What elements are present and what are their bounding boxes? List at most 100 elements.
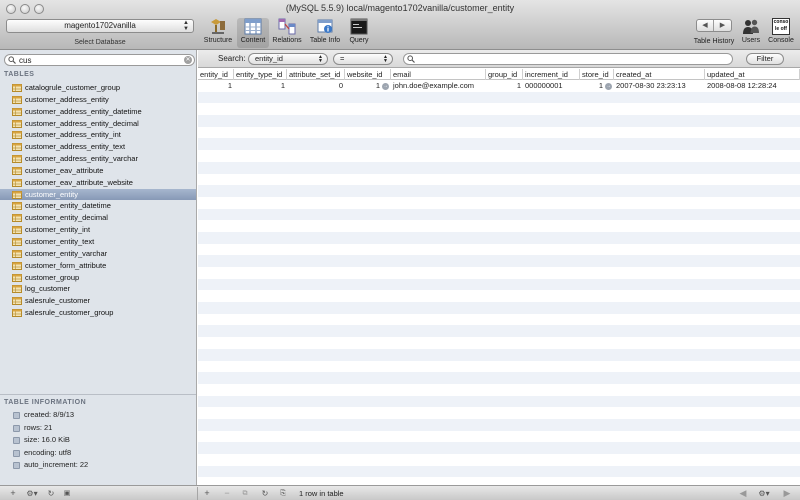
refresh-tables-icon[interactable]: ↻: [46, 488, 56, 499]
clear-filter-icon[interactable]: ✕: [184, 56, 192, 64]
sidebar-item-customer-address-entity-int[interactable]: customer_address_entity_int: [0, 129, 196, 141]
sidebar-item-log-customer[interactable]: log_customer: [0, 283, 196, 295]
table-row: [198, 348, 800, 361]
foreign-key-link-icon[interactable]: →: [605, 82, 612, 90]
search-operator-select[interactable]: = ▲ ▼: [333, 53, 393, 65]
grid-header: entity_id entity_type_id attribute_set_id w…: [198, 69, 800, 80]
sidebar-item-customer-entity-datetime[interactable]: customer_entity_datetime: [0, 200, 196, 212]
cell-updated-at[interactable]: 2008-08-08 12:28:24: [705, 80, 800, 92]
table-icon: [12, 273, 22, 282]
sidebar-item-customer-group[interactable]: customer_group: [0, 272, 196, 284]
column-header-increment-id[interactable]: increment_id: [523, 69, 580, 80]
sidebar-item-customer-entity-decimal[interactable]: customer_entity_decimal: [0, 212, 196, 224]
console-button[interactable]: conso le off Console: [766, 18, 796, 44]
cell-value: 0: [338, 81, 343, 90]
table-row: [198, 138, 800, 151]
query-button[interactable]: Query: [346, 18, 372, 44]
search-field-select[interactable]: entity_id ▲ ▼: [248, 53, 328, 65]
previous-page-icon[interactable]: ◀: [738, 488, 748, 499]
sidebar-item-salesrule-customer[interactable]: salesrule_customer: [0, 295, 196, 307]
query-label: Query: [349, 37, 369, 44]
cell-website-id[interactable]: 1 →: [345, 80, 391, 92]
sidebar-item-customer-address-entity-decimal[interactable]: customer_address_entity_decimal: [0, 118, 196, 130]
column-header-created-at[interactable]: created_at: [614, 69, 705, 80]
search-operator-value: =: [340, 54, 345, 63]
sidebar-item-salesrule-customer-group[interactable]: salesrule_customer_group: [0, 307, 196, 319]
table-icon: [12, 166, 22, 175]
sidebar-item-customer-address-entity-text[interactable]: customer_address_entity_text: [0, 141, 196, 153]
toggle-table-info-icon[interactable]: ▣: [62, 488, 72, 499]
column-header-group-id[interactable]: group_id: [486, 69, 523, 80]
sidebar-item-customer-eav-attribute-website[interactable]: customer_eav_attribute_website: [0, 177, 196, 189]
sidebar-item-customer-entity[interactable]: customer_entity: [0, 188, 196, 201]
sidebar-item-customer-address-entity-varchar[interactable]: customer_address_entity_varchar: [0, 153, 196, 165]
column-header-entity-id[interactable]: entity_id: [198, 69, 234, 80]
sidebar-item-catalogrule-customer-group[interactable]: catalogrule_customer_group: [0, 82, 196, 94]
foreign-key-link-icon[interactable]: →: [382, 82, 389, 90]
add-table-icon[interactable]: +: [7, 488, 19, 499]
filter-button[interactable]: Filter: [746, 53, 784, 65]
column-header-email[interactable]: email: [391, 69, 486, 80]
history-back-icon[interactable]: ◀: [697, 20, 714, 31]
table-icon: [12, 237, 22, 246]
duplicate-row-icon[interactable]: ⧉: [240, 488, 250, 499]
cell-value: 2008-08-08 12:28:24: [707, 81, 777, 90]
gear-icon[interactable]: ⚙▾: [24, 488, 40, 499]
sidebar-item-customer-eav-attribute[interactable]: customer_eav_attribute: [0, 165, 196, 177]
structure-button[interactable]: Structure: [200, 18, 236, 44]
table-row: [198, 196, 800, 209]
table-info-text: encoding: utf8: [24, 447, 72, 457]
relations-label: Relations: [272, 37, 302, 44]
relations-button[interactable]: Relations: [270, 18, 304, 44]
next-page-icon[interactable]: ▶: [782, 488, 792, 499]
table-info-button[interactable]: Table Info: [305, 18, 345, 44]
table-row[interactable]: 1 1 0 1 → john.doe@example.com 1 000000001 1 → 200…: [198, 80, 800, 92]
cell-store-id[interactable]: 1 →: [580, 80, 614, 92]
table-row: [198, 185, 800, 197]
gear-icon[interactable]: ⚙▾: [756, 488, 772, 499]
table-row: [198, 302, 800, 314]
search-value-input[interactable]: [403, 53, 733, 65]
cell-email[interactable]: john.doe@example.com: [391, 80, 486, 92]
content-button[interactable]: Content: [237, 18, 269, 48]
table-row: [198, 383, 800, 396]
sidebar-item-customer-entity-varchar[interactable]: customer_entity_varchar: [0, 248, 196, 260]
refresh-content-icon[interactable]: ↻: [260, 488, 270, 499]
sidebar-item-customer-address-entity[interactable]: customer_address_entity: [0, 94, 196, 106]
sidebar-item-customer-form-attribute[interactable]: customer_form_attribute: [0, 260, 196, 272]
table-row: [198, 313, 800, 326]
cell-entity-id[interactable]: 1: [198, 80, 234, 92]
sidebar-item-customer-entity-text[interactable]: customer_entity_text: [0, 236, 196, 248]
table-row: [198, 465, 800, 478]
cell-increment-id[interactable]: 000000001: [523, 80, 580, 92]
cell-entity-type-id[interactable]: 1: [234, 80, 287, 92]
column-header-updated-at[interactable]: updated_at: [705, 69, 800, 80]
users-button[interactable]: Users: [739, 18, 763, 44]
cell-value: 1: [375, 81, 380, 90]
table-filter-input[interactable]: cus ✕: [4, 54, 195, 66]
export-icon[interactable]: ⎘: [278, 488, 288, 499]
column-header-entity-type-id[interactable]: entity_type_id: [234, 69, 287, 80]
sidebar-item-customer-entity-int[interactable]: customer_entity_int: [0, 224, 196, 236]
cell-group-id[interactable]: 1: [486, 80, 523, 92]
cell-created-at[interactable]: 2007-08-30 23:23:13: [614, 80, 705, 92]
cell-attribute-set-id[interactable]: 0: [287, 80, 345, 92]
column-header-attribute-set-id[interactable]: attribute_set_id: [287, 69, 345, 80]
sidebar-item-label: customer_eav_attribute: [25, 165, 104, 175]
table-info-text: size: 16.0 KiB: [24, 435, 70, 444]
table-row: [198, 243, 800, 256]
info-bullet-icon: [13, 437, 20, 444]
column-header-store-id[interactable]: store_id: [580, 69, 614, 80]
sidebar-item-label: customer_form_attribute: [25, 260, 107, 270]
sidebar-item-customer-address-entity-datetime[interactable]: customer_address_entity_datetime: [0, 106, 196, 118]
column-header-website-id[interactable]: website_id: [345, 69, 391, 80]
table-history-control[interactable]: ◀ ▶: [696, 19, 732, 32]
database-select[interactable]: magento1702vanilla ▲ ▼: [6, 19, 194, 33]
sidebar-item-label: customer_address_entity_varchar: [25, 154, 138, 164]
console-icon-text-bottom: le off: [775, 26, 787, 32]
add-row-icon[interactable]: +: [202, 488, 212, 499]
remove-row-icon[interactable]: −: [222, 488, 232, 499]
table-icon: [12, 95, 22, 104]
history-forward-icon[interactable]: ▶: [714, 20, 731, 31]
tables-heading: TABLES: [4, 71, 35, 78]
